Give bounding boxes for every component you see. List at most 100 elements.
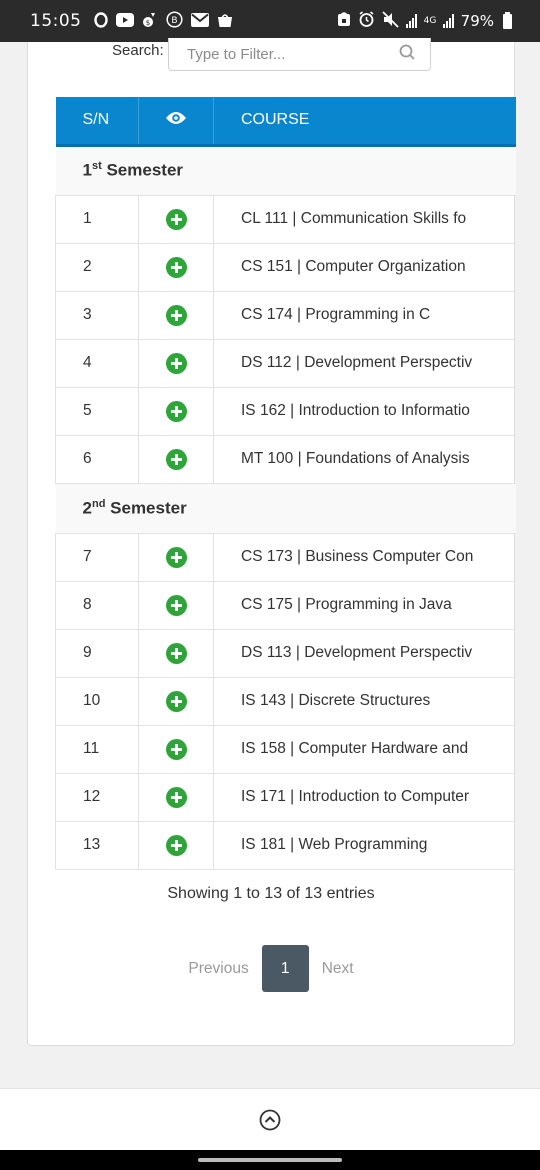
plus-circle-icon[interactable] — [165, 400, 187, 422]
page-button-current[interactable]: 1 — [261, 945, 309, 992]
plus-circle-icon[interactable] — [165, 546, 187, 568]
row-course: CS 173 | Business Computer Con — [213, 533, 516, 582]
previous-page-button[interactable]: Previous — [175, 960, 261, 978]
search-icon[interactable] — [399, 44, 415, 60]
table-row[interactable]: 1 CL 111 | Communication Skills fo — [55, 195, 516, 244]
row-sn: 9 — [55, 629, 139, 678]
row-course: CS 175 | Programming in Java — [213, 581, 516, 630]
plus-circle-icon[interactable] — [165, 834, 187, 856]
table-row[interactable]: 5 IS 162 | Introduction to Informatio — [55, 387, 516, 436]
entries-info: Showing 1 to 13 of 13 entries — [167, 885, 375, 902]
column-header-course[interactable]: COURSE — [213, 97, 516, 147]
semester-label: Semester — [105, 498, 187, 518]
network-type: 4G — [423, 15, 437, 26]
row-course: IS 181 | Web Programming — [213, 821, 516, 870]
row-sn: 2 — [55, 243, 139, 292]
row-action-cell — [138, 581, 214, 630]
semester-number: 1 — [82, 160, 92, 180]
row-course: IS 143 | Discrete Structures — [213, 677, 516, 726]
table-row[interactable]: 4 DS 112 | Development Perspectiv — [55, 339, 516, 388]
semester-ordinal: st — [91, 160, 102, 173]
row-course: CS 151 | Computer Organization — [213, 243, 516, 292]
chevron-up-circle-icon[interactable] — [259, 1109, 281, 1131]
row-course: IS 158 | Computer Hardware and — [213, 725, 516, 774]
semester-ordinal: nd — [91, 497, 106, 510]
row-course: DS 112 | Development Perspectiv — [213, 339, 516, 388]
plus-circle-icon[interactable] — [165, 594, 187, 616]
plus-circle-icon[interactable] — [165, 786, 187, 808]
pagination: Previous 1 Next — [28, 945, 514, 992]
svg-text:B: B — [171, 16, 177, 26]
plus-circle-icon[interactable] — [165, 304, 187, 326]
row-action-cell — [138, 725, 214, 774]
row-course: IS 162 | Introduction to Informatio — [213, 387, 516, 436]
row-action-cell — [138, 291, 214, 340]
semester-group-row: 1st Semester — [55, 145, 516, 196]
row-sn: 13 — [55, 821, 139, 870]
table-row[interactable]: 10 IS 143 | Discrete Structures — [55, 677, 516, 726]
table-row[interactable]: 8 CS 175 | Programming in Java — [55, 581, 516, 630]
courses-card: Search: S/N COURSE 1st Semester1CL 111 — [27, 38, 516, 1046]
row-course: CL 111 | Communication Skills fo — [213, 195, 516, 244]
row-course: MT 100 | Foundations of Analysis — [213, 435, 516, 484]
home-gesture-bar[interactable] — [198, 1158, 342, 1162]
plus-circle-icon[interactable] — [165, 256, 187, 278]
status-left: 15:05 $ B — [30, 11, 233, 31]
eye-icon — [165, 110, 187, 131]
svg-text:$: $ — [145, 19, 149, 27]
row-action-cell — [138, 773, 214, 822]
battery-percent: 79% — [460, 12, 494, 30]
plus-circle-icon[interactable] — [165, 738, 187, 760]
column-header-sn[interactable]: S/N — [55, 97, 139, 147]
row-sn: 7 — [55, 533, 139, 582]
search-row: Search: — [28, 38, 514, 72]
table-row[interactable]: 9 DS 113 | Development Perspectiv — [55, 629, 516, 678]
semester-number: 2 — [82, 498, 92, 518]
table-row[interactable]: 7 CS 173 | Business Computer Con — [55, 533, 516, 582]
table-body: 1st Semester 1 CL 111 | Communication Skil… — [55, 145, 516, 870]
table-header-row: S/N COURSE — [55, 97, 516, 147]
row-course: DS 113 | Development Perspectiv — [213, 629, 516, 678]
system-nav-bar — [0, 1150, 540, 1170]
row-course: CS 174 | Programming in C — [213, 291, 516, 340]
row-action-cell — [138, 339, 214, 388]
row-sn: 4 — [55, 339, 139, 388]
row-action-cell — [138, 387, 214, 436]
status-bar: 15:05 $ B 4G 79% — [0, 0, 540, 42]
table-row[interactable]: 11 IS 158 | Computer Hardware and — [55, 725, 516, 774]
courses-table-wrapper[interactable]: S/N COURSE 1st Semester 1 CL 111 | Communi… — [55, 97, 516, 870]
status-time: 15:05 — [30, 11, 82, 31]
row-sn: 6 — [55, 435, 139, 484]
plus-circle-icon[interactable] — [165, 642, 187, 664]
b-circle-icon: B — [165, 11, 183, 31]
row-sn: 5 — [55, 387, 139, 436]
row-sn: 1 — [55, 195, 139, 244]
plus-circle-icon[interactable] — [165, 352, 187, 374]
plus-circle-icon[interactable] — [165, 448, 187, 470]
row-action-cell — [138, 243, 214, 292]
row-action-cell — [138, 821, 214, 870]
mute-icon — [382, 10, 399, 32]
row-action-cell — [138, 629, 214, 678]
o-icon — [93, 11, 108, 31]
table-row[interactable]: 12 IS 171 | Introduction to Computer — [55, 773, 516, 822]
table-row[interactable]: 2 CS 151 | Computer Organization — [55, 243, 516, 292]
battery-icon — [503, 11, 512, 29]
table-row[interactable]: 3 CS 174 | Programming in C — [55, 291, 516, 340]
table-row[interactable]: 13 IS 181 | Web Programming — [55, 821, 516, 870]
row-sn: 10 — [55, 677, 139, 726]
semester-title: 2nd Semester — [55, 483, 516, 534]
next-page-button[interactable]: Next — [309, 960, 367, 978]
search-input[interactable] — [168, 38, 431, 71]
semester-label: Semester — [101, 160, 184, 180]
shopping-bag-icon — [217, 12, 233, 31]
plus-circle-icon[interactable] — [165, 690, 187, 712]
table-row[interactable]: 6 MT 100 | Foundations of Analysis — [55, 435, 516, 484]
row-sn: 11 — [55, 725, 139, 774]
signal-icon — [405, 14, 417, 28]
plus-circle-icon[interactable] — [165, 208, 187, 230]
row-sn: 8 — [55, 581, 139, 630]
row-action-cell — [138, 533, 214, 582]
alarm-icon — [358, 10, 375, 32]
column-header-view[interactable] — [138, 97, 214, 147]
